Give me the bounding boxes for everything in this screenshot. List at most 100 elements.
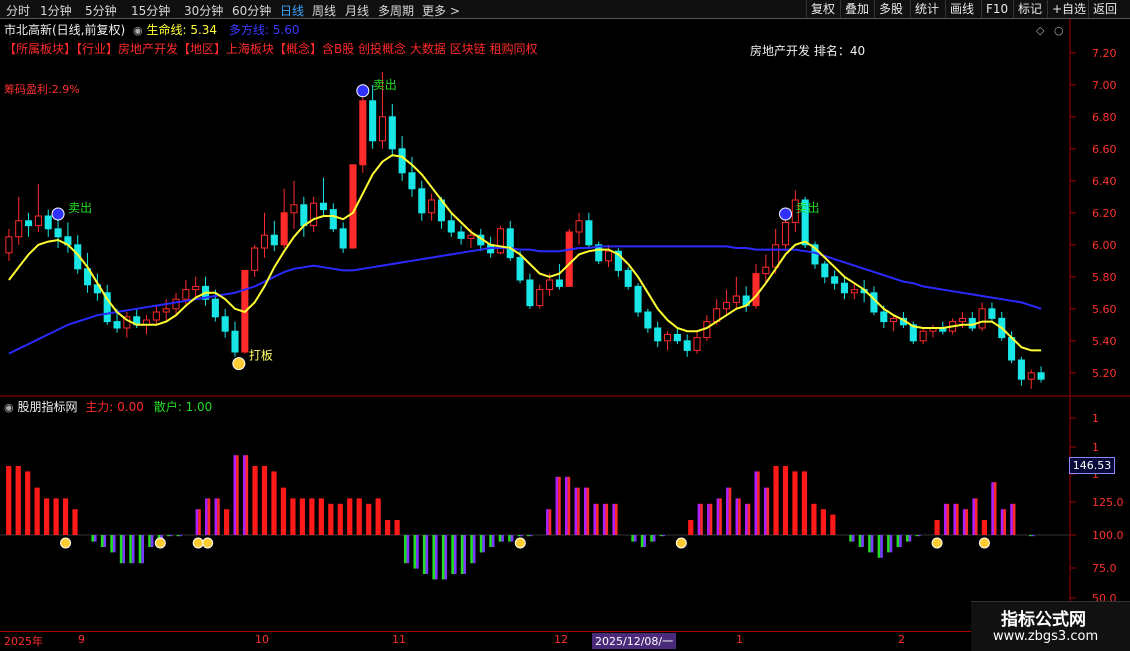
- retail-green-bar: [659, 535, 663, 537]
- retail-bar: [763, 487, 767, 535]
- close-icon[interactable]: ○: [1054, 24, 1064, 37]
- candle-body: [536, 289, 544, 307]
- retail-purple-bar: [851, 535, 855, 542]
- diamond-icon[interactable]: ◇: [1036, 24, 1045, 37]
- candle-body: [958, 317, 966, 323]
- candle-body: [555, 279, 563, 287]
- retail-bar: [1010, 503, 1013, 535]
- retail-bar: [726, 487, 729, 535]
- retail-bar: [593, 503, 597, 535]
- main-force-bar: [280, 487, 287, 535]
- signal-markers: 卖出卖出卖出打板: [51, 78, 990, 549]
- candle-body: [585, 220, 593, 246]
- indicator-tick-label: 125.0: [1092, 496, 1124, 509]
- main-force-bar: [548, 509, 552, 535]
- candle-body: [162, 308, 170, 313]
- main-force-bar: [719, 498, 722, 535]
- retail-green-bar: [1029, 535, 1032, 537]
- main-force-bar: [956, 503, 959, 535]
- retail-green-bar: [100, 535, 104, 547]
- candle-body: [54, 228, 62, 238]
- retail-green-bar: [915, 535, 919, 537]
- candle-body: [654, 327, 662, 342]
- price-tick-label: 6.00: [1092, 239, 1117, 252]
- candle-body: [231, 330, 239, 353]
- multi-value: 5.60: [272, 23, 300, 37]
- limit-up-label: 打板: [249, 349, 273, 363]
- candle-body: [762, 266, 770, 275]
- indicator-title: 股朋指标网: [17, 400, 78, 414]
- settings-icon[interactable]: ◉: [4, 401, 14, 414]
- retail-green-bar: [413, 535, 417, 569]
- main-force-bar: [974, 498, 978, 535]
- candle-body: [113, 321, 121, 329]
- retail-bar: [214, 498, 218, 535]
- main-force-bar: [993, 482, 997, 535]
- date-month-1: 1: [736, 633, 743, 646]
- main-force-bar: [252, 466, 258, 535]
- retail-value: 1.00: [185, 400, 213, 414]
- indicator-tick-label: 100.0: [1092, 529, 1124, 542]
- candle-body: [663, 333, 672, 342]
- watermark-url: www.zbgs3.com: [993, 629, 1099, 644]
- chip-profit: 筹码盈利:2.9%: [4, 83, 80, 96]
- main-force-bar: [766, 487, 770, 535]
- retail-bar: [972, 498, 975, 535]
- main-force-bar: [366, 503, 372, 535]
- retail-purple-bar: [141, 535, 144, 564]
- candle-body: [221, 316, 229, 332]
- candle-body: [467, 234, 475, 239]
- candle-body: [1037, 372, 1045, 380]
- candle-body: [752, 273, 760, 307]
- retail-green-bar: [906, 535, 909, 542]
- selected-date[interactable]: 2025/12/08/一: [592, 633, 677, 649]
- candle-body: [624, 269, 632, 287]
- sell-signal-icon: [356, 84, 370, 98]
- retail-bar: [1000, 509, 1004, 535]
- retail-bar: [602, 503, 606, 535]
- sector-rank: 房地产开发 排名：40: [750, 44, 866, 58]
- candle-body: [890, 317, 898, 323]
- retail-purple-bar: [444, 535, 448, 580]
- retail-green-bar: [479, 535, 483, 553]
- date-month-10: 10: [255, 633, 269, 646]
- candle-body: [1027, 372, 1035, 380]
- date-month-11: 11: [392, 633, 406, 646]
- main-force-bar: [757, 471, 760, 535]
- main-force-bar: [385, 520, 391, 535]
- candle-body: [339, 228, 347, 249]
- main-force-bar: [830, 514, 836, 535]
- retail-purple-bar: [472, 535, 476, 564]
- multi-label: 多方线:: [228, 23, 269, 37]
- retail-bar: [991, 482, 994, 535]
- candle-body: [310, 202, 318, 227]
- retail-green-bar: [148, 535, 151, 547]
- retail-bar: [697, 503, 701, 535]
- retail-purple-bar: [150, 535, 154, 547]
- main-force-bar: [946, 503, 950, 535]
- candle-body: [388, 116, 396, 150]
- retail-purple-bar: [889, 535, 893, 553]
- indicator-tick-label: 75.0: [1092, 562, 1117, 575]
- life-label: 生命线:: [146, 23, 187, 37]
- settings-icon[interactable]: ◉: [133, 24, 143, 37]
- coin-icon: [931, 537, 943, 549]
- retail-purple-bar: [1031, 535, 1035, 537]
- date-month-9: 9: [78, 633, 85, 646]
- retail-purple-bar: [501, 535, 504, 542]
- retail-green-bar: [167, 535, 170, 537]
- retail-green-bar: [91, 535, 94, 542]
- retail-green-bar: [403, 535, 407, 564]
- candle-body: [644, 311, 652, 329]
- kline-chart[interactable]: 7.20 7.00 6.80 6.60 6.40 6.20 6.00 5.80 5.60 5.40…: [0, 0, 1130, 650]
- retail-purple-bar: [131, 535, 135, 564]
- candle-body: [978, 308, 986, 329]
- retail-green-bar: [868, 535, 871, 553]
- retail-green-bar: [896, 535, 900, 547]
- stock-title: 市北高新(日线,前复权): [4, 23, 126, 37]
- price-tick-label: 5.40: [1092, 335, 1117, 348]
- candle-body: [634, 285, 642, 313]
- retail-purple-bar: [416, 535, 419, 569]
- retail-purple-bar: [870, 535, 874, 553]
- retail-bar: [735, 498, 739, 535]
